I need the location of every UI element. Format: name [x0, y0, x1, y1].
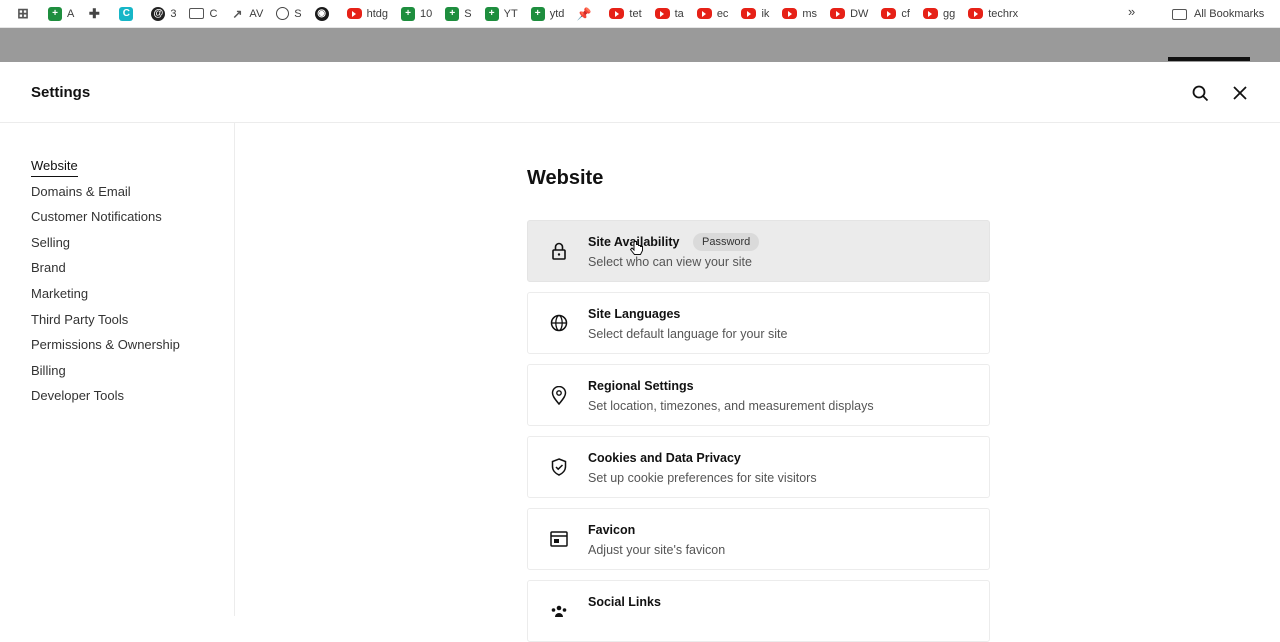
settings-header: Settings: [0, 62, 1280, 123]
regional-settings-card[interactable]: Regional Settings Set location, timezone…: [527, 364, 990, 426]
site-availability-card[interactable]: Site Availability Password Select who ca…: [527, 220, 990, 282]
youtube-icon: [654, 8, 670, 19]
github-icon: ◉: [314, 6, 329, 21]
youtube-icon: [881, 8, 897, 19]
bookmark-item[interactable]: ta: [654, 3, 684, 25]
bookmark-item[interactable]: ↗ AV: [230, 3, 263, 25]
page-title: Settings: [31, 83, 91, 101]
bookmark-item[interactable]: + S: [445, 3, 472, 25]
bookmark-folder[interactable]: C: [189, 3, 217, 25]
canva-icon: C: [119, 6, 134, 21]
youtube-icon: [922, 8, 938, 19]
pin-icon: 📌: [576, 6, 592, 21]
card-description: Adjust your site's favicon: [588, 543, 726, 557]
card-title: Regional Settings: [588, 379, 694, 393]
backdrop-button-edge: [1168, 57, 1250, 61]
all-bookmarks-button[interactable]: All Bookmarks: [1172, 0, 1264, 28]
bookmark-item[interactable]: techrx: [968, 3, 1018, 25]
bookmarks-bar: ⊞ + A ✚ C @3 C ↗ AV S ◉ htdg +10 + S + YT + y…: [0, 0, 1280, 28]
bookmark-item[interactable]: DW: [830, 3, 868, 25]
sheet-icon: +: [445, 6, 460, 21]
sheet-icon: +: [530, 6, 545, 21]
sidebar-item-domains-email[interactable]: Domains & Email: [31, 182, 234, 208]
search-icon: [1192, 85, 1208, 101]
card-title: Favicon: [588, 523, 636, 537]
section-title: Website: [527, 167, 604, 189]
card-title: Social Links: [588, 595, 661, 609]
sidebar-item-customer-notifications[interactable]: Customer Notifications: [31, 207, 234, 233]
bookmark-item[interactable]: gg: [922, 3, 955, 25]
favicon-card[interactable]: Favicon Adjust your site's favicon: [527, 508, 990, 570]
bookmark-item[interactable]: cf: [881, 3, 910, 25]
settings-panel: Settings Website Domains & Email Custome…: [0, 62, 1280, 642]
chart-icon: ↗: [232, 6, 243, 21]
puzzle-icon: ✚: [88, 5, 100, 21]
youtube-icon: [830, 8, 846, 19]
location-pin-icon: [549, 385, 569, 405]
youtube-icon: [741, 8, 757, 19]
bookmark-item[interactable]: + A: [48, 3, 74, 25]
youtube-icon: [696, 8, 712, 19]
bookmark-item[interactable]: ec: [696, 3, 728, 25]
bookmark-item[interactable]: @3: [151, 3, 176, 25]
status-badge: Password: [693, 233, 760, 251]
settings-sidebar: Website Domains & Email Customer Notific…: [0, 123, 235, 616]
youtube-icon: [782, 8, 798, 19]
browser-window-icon: [549, 529, 569, 549]
bookmark-item[interactable]: S: [276, 3, 302, 25]
modal-backdrop: [0, 28, 1280, 62]
card-title: Cookies and Data Privacy: [588, 451, 741, 465]
globe-icon: [549, 313, 569, 333]
sidebar-item-marketing[interactable]: Marketing: [31, 284, 234, 310]
card-description: Set location, timezones, and measurement…: [588, 399, 874, 413]
sidebar-item-billing[interactable]: Billing: [31, 361, 234, 387]
sidebar-item-third-party-tools[interactable]: Third Party Tools: [31, 310, 234, 336]
card-title: Site Languages: [588, 307, 681, 321]
globe-icon: [276, 7, 290, 20]
sidebar-item-developer-tools[interactable]: Developer Tools: [31, 386, 234, 412]
close-icon: [1233, 86, 1247, 100]
bookmark-apps[interactable]: ⊞: [16, 3, 35, 25]
bookmark-item[interactable]: ms: [782, 3, 817, 25]
bookmark-item[interactable]: + YT: [484, 3, 518, 25]
bookmark-item[interactable]: 📌: [577, 3, 596, 25]
card-description: Set up cookie preferences for site visit…: [588, 471, 817, 485]
bookmark-item[interactable]: htdg: [346, 3, 388, 25]
apps-icon: ⊞: [17, 5, 29, 21]
sidebar-item-selling[interactable]: Selling: [31, 233, 234, 259]
bookmark-item[interactable]: ◉: [314, 3, 334, 25]
people-icon: [549, 601, 569, 621]
bookmark-extensions[interactable]: ✚: [87, 3, 106, 25]
settings-content: Website Site Availability Password Selec…: [235, 123, 1280, 642]
sidebar-item-permissions-ownership[interactable]: Permissions & Ownership: [31, 335, 234, 361]
card-description: Select who can view your site: [588, 255, 752, 269]
bookmark-item[interactable]: tet: [609, 3, 642, 25]
folder-icon: [1172, 8, 1187, 20]
bookmark-item[interactable]: +10: [401, 3, 432, 25]
shield-check-icon: [549, 457, 569, 477]
threads-icon: @: [151, 6, 166, 21]
youtube-icon: [968, 8, 984, 19]
lock-icon: [549, 241, 569, 261]
close-button[interactable]: [1229, 82, 1251, 104]
sheet-icon: +: [48, 6, 62, 21]
bookmarks-overflow-button[interactable]: »: [1128, 4, 1135, 19]
card-description: Select default language for your site: [588, 327, 788, 341]
sidebar-item-website[interactable]: Website: [31, 156, 234, 182]
search-button[interactable]: [1189, 82, 1211, 104]
youtube-icon: [346, 8, 362, 19]
bookmark-item[interactable]: C: [119, 3, 138, 25]
sheet-icon: +: [401, 6, 416, 21]
social-links-card[interactable]: Social Links: [527, 580, 990, 642]
youtube-icon: [609, 8, 625, 19]
sheet-icon: +: [484, 6, 499, 21]
cookies-privacy-card[interactable]: Cookies and Data Privacy Set up cookie p…: [527, 436, 990, 498]
bookmark-item[interactable]: + ytd: [530, 3, 564, 25]
hand-cursor-icon: [629, 240, 644, 262]
sidebar-item-brand[interactable]: Brand: [31, 258, 234, 284]
site-languages-card[interactable]: Site Languages Select default language f…: [527, 292, 990, 354]
bookmark-item[interactable]: ik: [741, 3, 769, 25]
folder-icon: [189, 8, 205, 19]
